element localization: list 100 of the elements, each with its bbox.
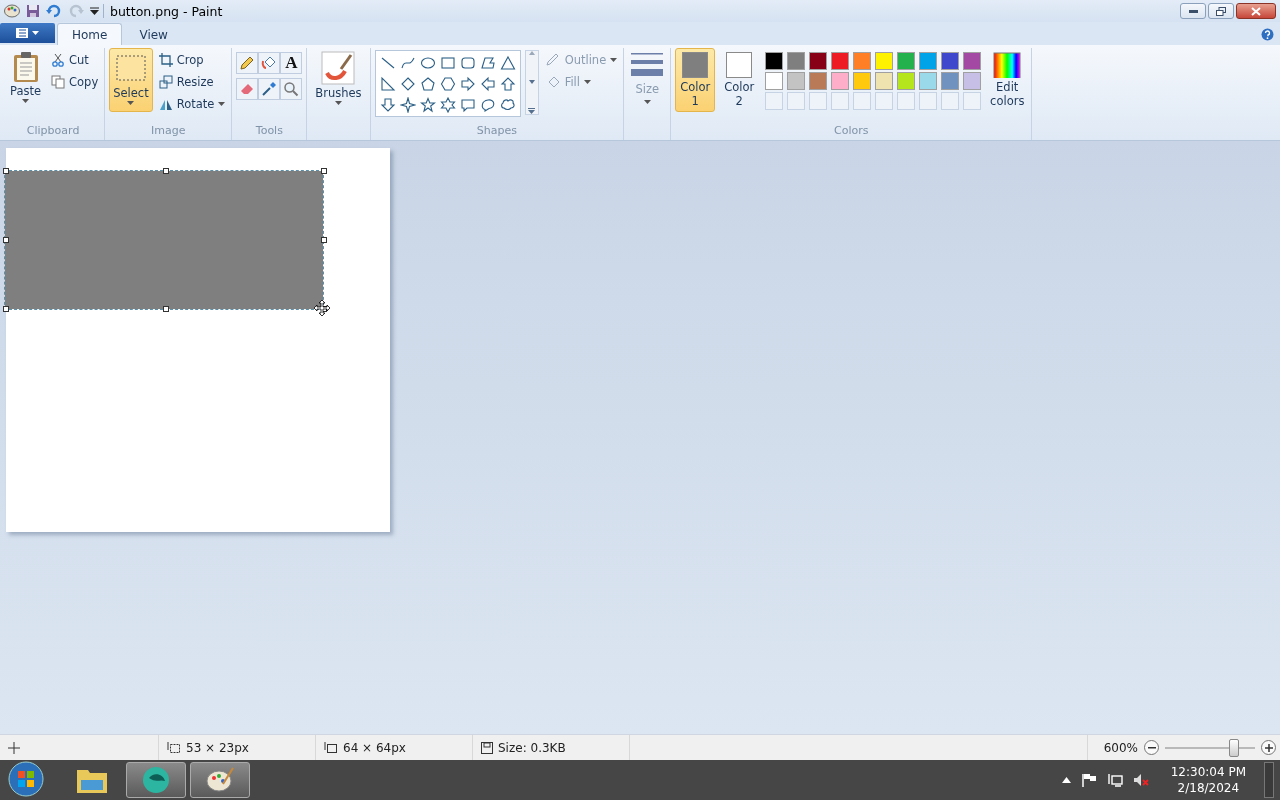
color-swatch[interactable]	[897, 72, 916, 90]
zoom-percent: 600%	[1103, 740, 1138, 755]
paint-palette-icon[interactable]	[4, 4, 20, 18]
clock-time[interactable]: 12:30:04 PM	[1170, 764, 1246, 780]
color-swatch[interactable]	[809, 72, 828, 90]
ribbon-tab[interactable]: Home	[57, 23, 123, 45]
empty-swatch[interactable]	[787, 92, 806, 110]
minimize-button[interactable]	[1180, 3, 1206, 19]
empty-swatch[interactable]	[963, 92, 982, 110]
zoom-in-button[interactable]	[1261, 740, 1276, 755]
empty-swatch[interactable]	[897, 92, 916, 110]
expand-gallery-icon[interactable]	[528, 108, 536, 114]
pencil-tool-button[interactable]	[236, 52, 259, 74]
paint-menu-button[interactable]	[0, 23, 55, 43]
minus-icon	[1147, 746, 1156, 749]
network-icon[interactable]	[1106, 773, 1123, 787]
gallery-scrollbar[interactable]	[524, 50, 539, 115]
dropdown-arrow-icon	[335, 101, 342, 105]
image-canvas[interactable]	[6, 148, 390, 532]
color-swatch[interactable]	[787, 52, 806, 70]
paint-app-button[interactable]	[190, 762, 250, 798]
show-hidden-icons-icon[interactable]	[1061, 777, 1071, 783]
selection-size-icon	[167, 741, 181, 754]
color-swatch[interactable]	[963, 72, 982, 90]
start-button[interactable]	[6, 760, 46, 800]
five-point-star-icon[interactable]	[417, 95, 438, 114]
resize-icon	[158, 75, 173, 89]
crop-button[interactable]: Crop	[156, 50, 228, 70]
color-swatch[interactable]	[963, 52, 982, 70]
color-swatch[interactable]	[941, 52, 960, 70]
empty-swatch[interactable]	[831, 92, 850, 110]
save-icon[interactable]	[26, 4, 40, 18]
group-label: Tools	[254, 124, 284, 139]
color-picker-tool-button[interactable]	[258, 78, 281, 100]
zoom-slider-thumb[interactable]	[1229, 738, 1239, 757]
rotate-button[interactable]: Rotate	[156, 94, 228, 114]
empty-swatch[interactable]	[941, 92, 960, 110]
magnifier-tool-button[interactable]	[280, 78, 303, 100]
magnifier-icon	[283, 81, 300, 97]
color-swatch[interactable]	[765, 52, 784, 70]
brushes-button[interactable]: Brushes	[311, 48, 366, 112]
circle-app-icon	[141, 765, 171, 795]
color-swatch[interactable]	[875, 52, 894, 70]
color-selector-button[interactable]: Color 2	[719, 48, 760, 112]
empty-swatch[interactable]	[875, 92, 894, 110]
dropdown-arrow-icon	[643, 100, 651, 104]
color-swatch[interactable]	[765, 72, 784, 90]
four-point-star-icon[interactable]	[397, 95, 418, 114]
empty-swatch[interactable]	[809, 92, 828, 110]
resize-handle[interactable]	[163, 306, 169, 312]
taskbar-app-button[interactable]	[126, 762, 186, 798]
resize-handle[interactable]	[3, 306, 9, 312]
resize-button[interactable]: Resize	[156, 72, 228, 92]
clock-date[interactable]: 2/18/2024	[1177, 780, 1240, 796]
ribbon-tab[interactable]: View	[124, 23, 183, 45]
color-swatch[interactable]	[831, 72, 850, 90]
selection-size: 53 × 23px	[186, 740, 249, 755]
restore-button[interactable]	[1208, 3, 1234, 19]
color-swatch[interactable]	[919, 72, 938, 90]
copy-button[interactable]: Copy	[49, 72, 101, 92]
six-point-star-icon[interactable]	[437, 95, 458, 114]
show-desktop-button[interactable]	[1264, 762, 1274, 798]
color-swatch[interactable]	[875, 72, 894, 90]
image-size: 64 × 64px	[343, 740, 406, 755]
resize-handle[interactable]	[3, 237, 9, 243]
empty-swatch[interactable]	[765, 92, 784, 110]
restore-icon	[1216, 6, 1226, 16]
scroll-down-icon[interactable]	[528, 79, 535, 84]
select-button[interactable]: Select	[109, 48, 153, 112]
color-selector-button[interactable]: Color 1	[675, 48, 716, 112]
close-button[interactable]	[1236, 3, 1276, 19]
empty-swatch[interactable]	[919, 92, 938, 110]
undo-icon[interactable]	[46, 4, 62, 18]
resize-handle[interactable]	[3, 168, 9, 174]
paste-button[interactable]: Paste	[6, 48, 46, 112]
brush-icon	[321, 51, 356, 85]
color-swatch[interactable]	[831, 52, 850, 70]
fill-bucket-tool-button[interactable]	[258, 52, 281, 74]
flag-icon[interactable]	[1080, 773, 1097, 787]
color-swatch[interactable]	[897, 52, 916, 70]
speaker-muted-icon[interactable]	[1132, 773, 1149, 787]
color-swatch[interactable]	[941, 72, 960, 90]
resize-handle[interactable]	[321, 168, 327, 174]
cut-button[interactable]: Cut	[49, 50, 101, 70]
color-swatch[interactable]	[853, 52, 872, 70]
color-swatch[interactable]	[809, 52, 828, 70]
eraser-tool-button[interactable]	[236, 78, 259, 100]
resize-handle[interactable]	[163, 168, 169, 174]
resize-handle[interactable]	[321, 237, 327, 243]
customize-dropdown-icon[interactable]	[90, 7, 99, 15]
help-icon[interactable]	[1261, 28, 1274, 41]
edit-colors-button[interactable]: Edit colors	[987, 48, 1028, 112]
color-swatch[interactable]	[853, 72, 872, 90]
dropdown-arrow-icon	[584, 80, 591, 84]
text-tool-button[interactable]: A	[280, 52, 303, 74]
color-swatch[interactable]	[919, 52, 938, 70]
color-swatch[interactable]	[787, 72, 806, 90]
zoom-out-button[interactable]	[1144, 740, 1159, 755]
crop-icon	[158, 53, 173, 67]
empty-swatch[interactable]	[853, 92, 872, 110]
